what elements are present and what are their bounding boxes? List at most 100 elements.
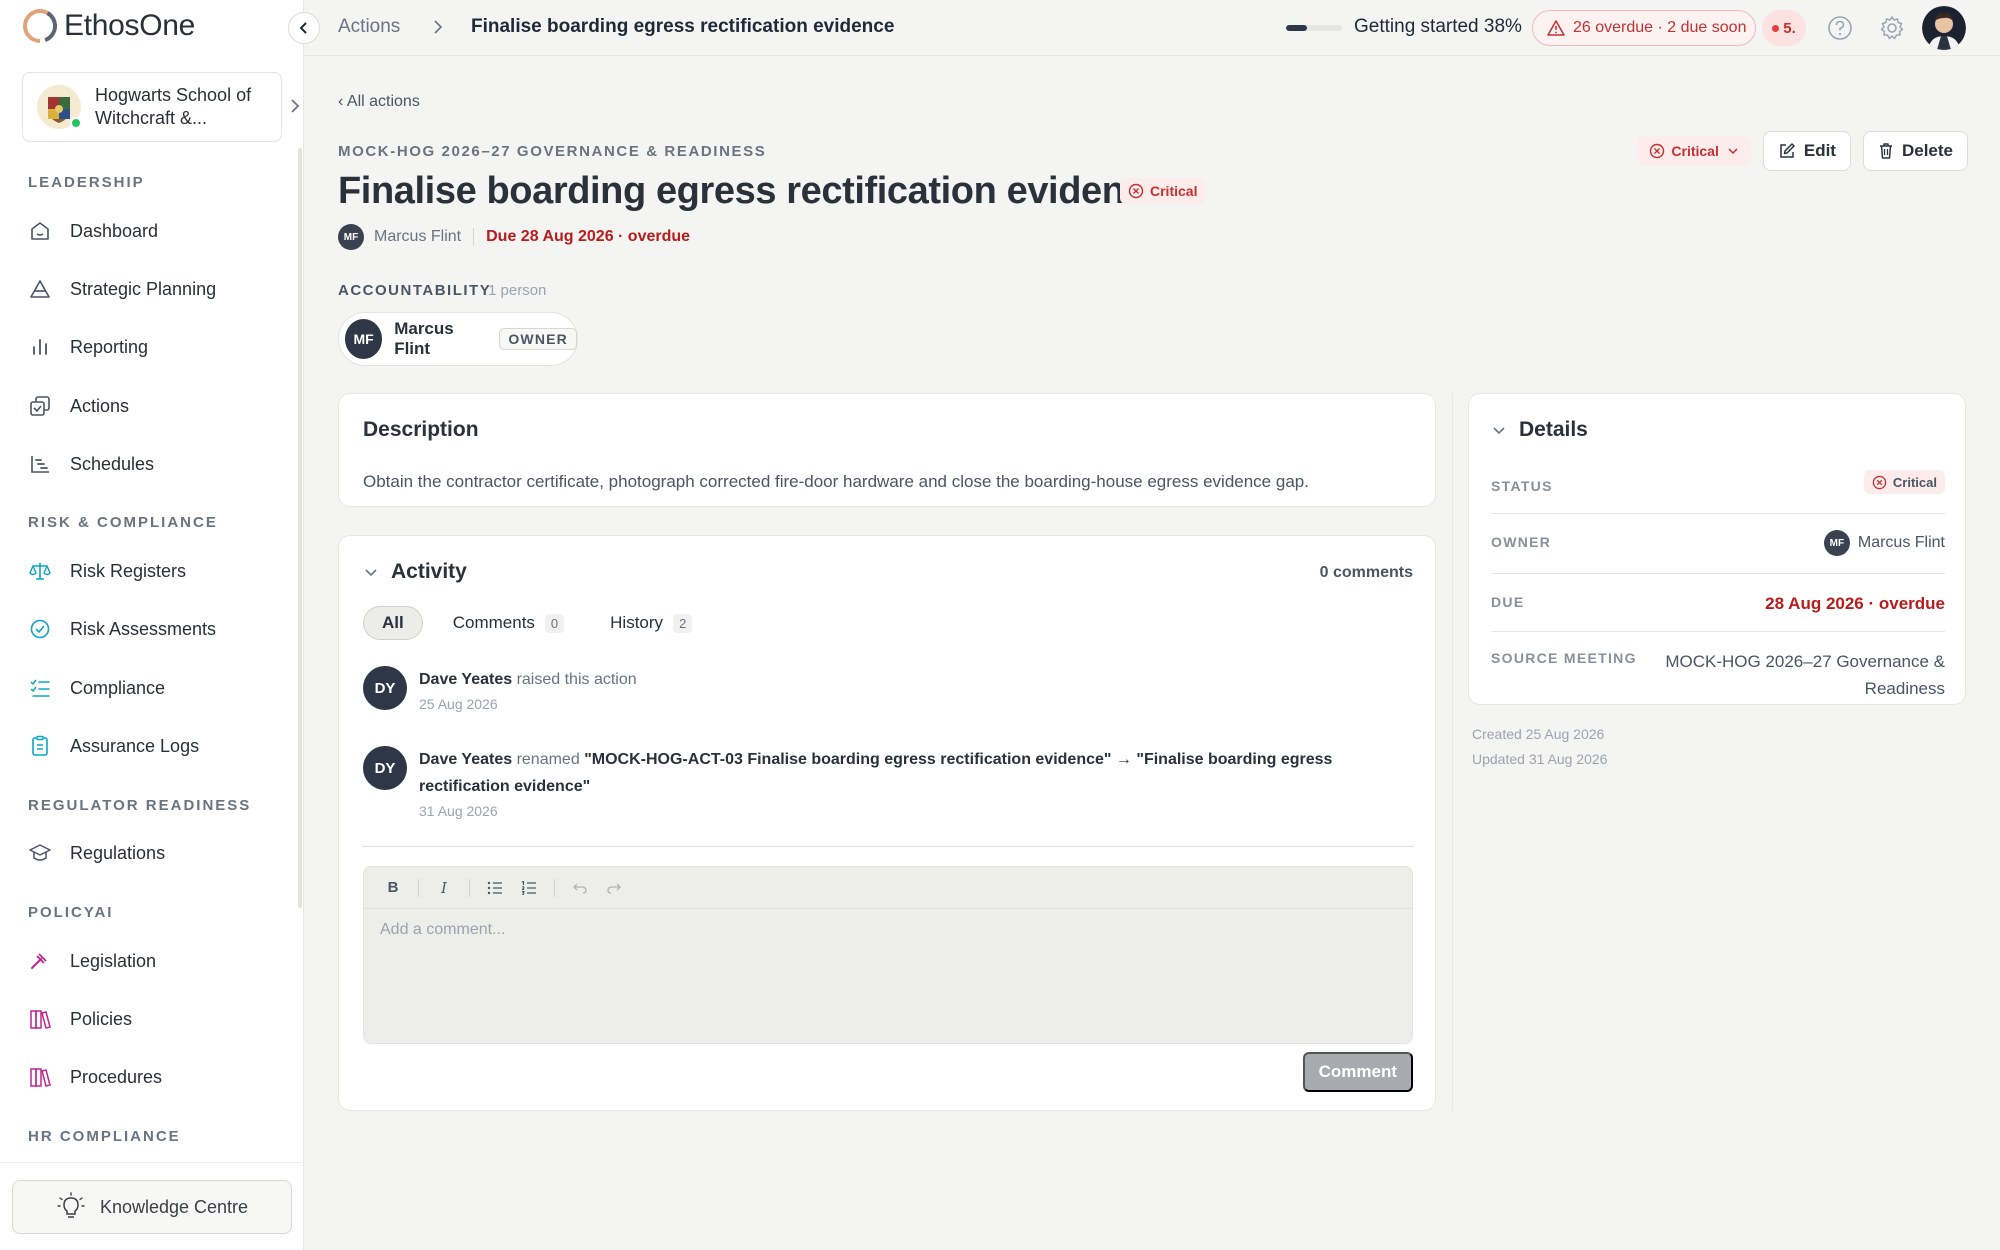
sidebar-item-label: Policies [70, 1008, 133, 1029]
tab-history[interactable]: History 2 [594, 606, 708, 640]
italic-icon[interactable]: I [429, 873, 459, 903]
sidebar-item-legislation[interactable]: Legislation [28, 941, 156, 981]
help-icon[interactable] [1826, 14, 1854, 42]
activity-author: Dave Yeates [419, 751, 513, 768]
back-to-all-actions-link[interactable]: ‹ All actions [338, 93, 420, 111]
sidebar-item-strategic-planning[interactable]: Strategic Planning [28, 269, 216, 309]
x-circle-icon [1650, 143, 1665, 159]
comment-placeholder: Add a comment... [380, 921, 506, 938]
sidebar-item-label: Assurance Logs [70, 735, 200, 756]
sidebar-item-procedures[interactable]: Procedures [28, 1057, 162, 1097]
sidebar-item-assurance-logs[interactable]: Assurance Logs [28, 726, 199, 766]
sidebar-item-actions[interactable]: Actions [28, 386, 129, 426]
accountability-count: 1 person [488, 282, 547, 299]
list-check-icon [28, 676, 52, 700]
notification-dot [1772, 24, 1780, 32]
collapse-sidebar-button[interactable] [288, 12, 320, 44]
delete-button[interactable]: Delete [1862, 131, 1968, 171]
sidebar-item-schedules[interactable]: Schedules [28, 444, 154, 484]
tab-comments[interactable]: Comments 0 [437, 606, 580, 640]
sidebar-item-compliance[interactable]: Compliance [28, 668, 165, 708]
chevron-left-icon: ‹ [338, 93, 347, 110]
online-status-dot [70, 117, 82, 129]
details-key: SOURCE MEETING [1491, 650, 1637, 666]
comment-editor[interactable]: B I Add a comment... [363, 866, 1413, 1044]
bold-icon[interactable]: B [378, 873, 408, 903]
back-link-label: All actions [346, 93, 420, 110]
details-header[interactable]: Details [1491, 418, 1588, 442]
chevron-down-icon [1493, 427, 1505, 435]
triangle-icon [28, 277, 52, 301]
lightbulb-icon [57, 1192, 85, 1218]
redo-icon[interactable] [599, 873, 629, 903]
severity-label: Critical [1150, 183, 1198, 199]
activity-tabs: All Comments 0 History 2 [363, 606, 708, 640]
gear-icon[interactable] [1878, 14, 1906, 42]
sidebar-divider [0, 1162, 304, 1163]
breadcrumb-current: Finalise boarding egress rectification e… [471, 16, 895, 37]
overdue-summary-button[interactable]: 26 overdue · 2 due soon [1532, 10, 1756, 46]
sidebar-item-reporting[interactable]: Reporting [28, 327, 148, 367]
getting-started-label[interactable]: Getting started 38% [1354, 16, 1522, 38]
severity-dropdown[interactable]: Critical [1637, 136, 1751, 166]
sidebar: EthosOne Hogwarts School of Witchcraft &… [0, 0, 304, 1250]
description-title: Description [363, 418, 479, 441]
activity-header[interactable]: Activity [363, 560, 467, 584]
activity-verb: raised this action [516, 671, 637, 688]
nav-section-hr-compliance: HR COMPLIANCE [28, 1128, 181, 1145]
toolbar-separator [554, 878, 555, 897]
details-key: OWNER [1491, 534, 1552, 550]
breadcrumb-actions[interactable]: Actions [338, 16, 400, 38]
details-title: Details [1519, 418, 1588, 441]
getting-started-progress-bar[interactable] [1286, 25, 1342, 31]
person-name: Marcus Flint [394, 319, 454, 358]
activity-avatar: DY [363, 666, 407, 710]
chevron-down-icon [1728, 148, 1738, 155]
sidebar-item-risk-assessments[interactable]: Risk Assessments [28, 609, 216, 649]
sidebar-item-dashboard[interactable]: Dashboard [28, 211, 158, 251]
sidebar-item-label: Risk Assessments [70, 618, 217, 639]
details-owner: MF Marcus Flint [1823, 530, 1945, 556]
edit-button[interactable]: Edit [1762, 131, 1851, 171]
clipboard-icon [28, 734, 52, 758]
editor-toolbar: B I [364, 867, 1412, 909]
sidebar-item-risk-registers[interactable]: Risk Registers [28, 551, 186, 591]
notifications-button[interactable]: 5. [1762, 10, 1806, 46]
gavel-icon [28, 949, 52, 973]
source-meeting-value[interactable]: MOCK-HOG 2026–27 Governance & Readiness [1665, 648, 1945, 702]
due-date-label: Due 28 Aug 2026 · overdue [486, 228, 691, 245]
chevron-right-icon[interactable] [288, 98, 302, 114]
sidebar-item-policies[interactable]: Policies [28, 999, 132, 1039]
bullet-list-icon[interactable] [480, 873, 510, 903]
activity-text: Dave Yeates renamed "MOCK-HOG-ACT-03 Fin… [419, 746, 1409, 800]
accountable-person-chip[interactable]: MF Marcus Flint OWNER [338, 312, 578, 366]
getting-started-progress-fill [1286, 25, 1308, 31]
description-card: Description Obtain the contractor certif… [338, 393, 1436, 507]
org-switcher[interactable]: Hogwarts School of Witchcraft &... [22, 72, 282, 142]
details-key: DUE [1491, 594, 1525, 610]
user-avatar[interactable] [1922, 6, 1966, 50]
org-crest-avatar [37, 85, 82, 129]
knowledge-centre-button[interactable]: Knowledge Centre [12, 1180, 292, 1234]
toolbar-separator [418, 878, 419, 897]
chevron-down-icon [365, 569, 377, 577]
graduation-cap-icon [28, 841, 52, 865]
sidebar-item-regulations[interactable]: Regulations [28, 833, 165, 873]
details-key: STATUS [1491, 478, 1553, 494]
timeline-icon [28, 452, 52, 476]
undo-icon[interactable] [565, 873, 595, 903]
owner-name: Marcus Flint [374, 228, 462, 245]
tab-all[interactable]: All [363, 606, 423, 640]
tab-count: 2 [673, 613, 693, 633]
activity-date: 25 Aug 2026 [419, 696, 498, 712]
nav-section-policyai: POLICYAI [28, 904, 114, 921]
overdue-summary-label: 26 overdue · 2 due soon [1573, 19, 1747, 36]
comment-submit-button[interactable]: Comment [1302, 1052, 1413, 1092]
numbered-list-icon[interactable] [514, 873, 544, 903]
activity-comment-count: 0 comments [1319, 564, 1413, 581]
sidebar-scrollbar[interactable] [298, 148, 302, 908]
brand-logo[interactable]: EthosOne [22, 8, 195, 44]
accountability-label: ACCOUNTABILITY [338, 282, 492, 299]
action-meta-row: MF Marcus Flint Due 28 Aug 2026 · overdu… [338, 224, 690, 250]
warning-triangle-icon [1547, 20, 1565, 36]
